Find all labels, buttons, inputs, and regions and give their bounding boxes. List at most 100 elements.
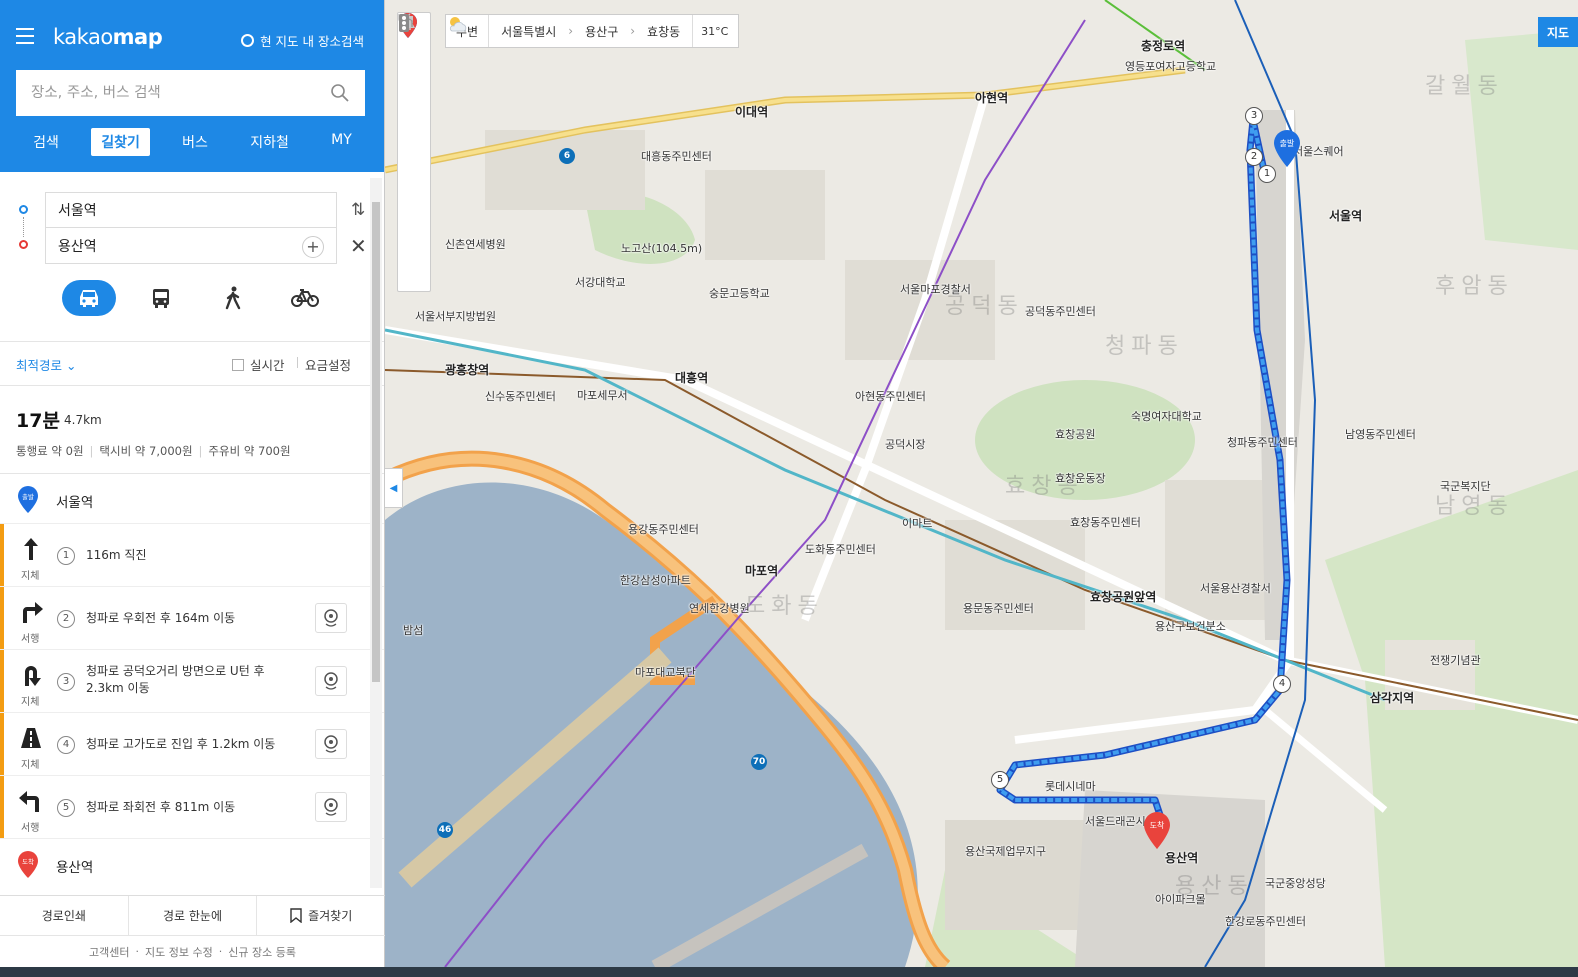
print-route-button[interactable]: 경로인쇄	[0, 896, 129, 935]
step-4[interactable]: 지체 4 청파로 고가도로 진입 후 1.2km 이동	[0, 713, 384, 776]
add-waypoint-button[interactable]: +	[302, 236, 324, 258]
place-label[interactable]: 영등포여자고등학교	[1125, 60, 1216, 73]
origin-field[interactable]: 서울역	[45, 192, 337, 228]
search-icon[interactable]	[330, 83, 350, 103]
step-view-button[interactable]	[315, 603, 347, 633]
toolbar-roadview-button[interactable]	[398, 16, 430, 149]
step-1[interactable]: 지체 1 116m 직진	[0, 524, 384, 587]
panel-scrollbar[interactable]	[370, 178, 382, 888]
place-label[interactable]: 공덕동주민센터	[1025, 305, 1096, 318]
swap-icon[interactable]: ⇅	[351, 200, 369, 220]
place-label[interactable]: 서강대학교	[575, 276, 626, 289]
place-label[interactable]: 남영동주민센터	[1345, 428, 1416, 441]
start-point[interactable]: 출발 서울역	[0, 474, 384, 524]
place-label[interactable]: 용문동주민센터	[963, 602, 1034, 615]
place-label[interactable]: 용산구보건분소	[1155, 620, 1226, 633]
breadcrumb-city[interactable]: 서울특별시	[489, 23, 568, 40]
tab-directions[interactable]: 길찾기	[91, 128, 150, 156]
map-type-button[interactable]: 지도	[1538, 17, 1578, 47]
place-label[interactable]: 국군중앙성당	[1265, 877, 1326, 890]
toolbar-gas-button[interactable]	[398, 15, 430, 217]
best-route-dropdown[interactable]: 최적경로 ⌄	[16, 355, 76, 374]
step-view-button[interactable]	[315, 729, 347, 759]
step-5[interactable]: 서행 5 청파로 좌회전 후 811m 이동	[0, 776, 384, 839]
station-label[interactable]: 마포역	[745, 565, 778, 578]
mode-transit-button[interactable]	[134, 280, 188, 316]
place-label[interactable]: 용강동주민센터	[628, 523, 699, 536]
toolbar-food-button[interactable]	[398, 13, 430, 251]
clear-icon[interactable]: ✕	[350, 234, 367, 258]
mode-car-button[interactable]	[62, 280, 116, 316]
place-label[interactable]: 전쟁기념관	[1430, 654, 1481, 667]
place-label[interactable]: 마포대교북단	[635, 666, 696, 679]
station-label[interactable]: 광흥창역	[445, 364, 489, 377]
fare-setting-link[interactable]: 요금설정	[296, 355, 351, 374]
place-label[interactable]: 서울마포경찰서	[900, 283, 971, 296]
breadcrumb-district[interactable]: 용산구	[573, 23, 630, 40]
place-label[interactable]: 효창동주민센터	[1070, 516, 1141, 529]
toolbar-waypoint-button[interactable]: 경	[398, 13, 430, 81]
tab-subway[interactable]: 지하철	[240, 128, 299, 156]
place-label[interactable]: 한강삼성아파트	[620, 574, 691, 587]
kakaomap-logo[interactable]: kakaomap	[53, 25, 163, 49]
waypoint-2[interactable]: 2	[1245, 148, 1263, 166]
place-label[interactable]: 아현동주민센터	[855, 390, 926, 403]
menu-icon[interactable]	[16, 28, 34, 44]
place-label[interactable]: 아이파크몰	[1155, 893, 1206, 906]
place-label[interactable]: 국군복지단	[1440, 480, 1491, 493]
place-label[interactable]: 서울서부지방법원	[415, 310, 496, 323]
place-label[interactable]: 이마트	[902, 517, 932, 530]
station-label[interactable]: 삼각지역	[1370, 692, 1414, 705]
breadcrumb-dong[interactable]: 효창동	[635, 23, 692, 40]
place-label[interactable]: 공덕시장	[885, 438, 925, 451]
place-label[interactable]: 효창운동장	[1055, 472, 1106, 485]
tab-search[interactable]: 검색	[23, 128, 69, 156]
place-label[interactable]: 대흥동주민센터	[641, 150, 712, 163]
station-label[interactable]: 서울역	[1329, 210, 1362, 223]
place-label[interactable]: 숙명여자대학교	[1131, 410, 1202, 423]
station-label[interactable]: 이대역	[735, 106, 768, 119]
place-label[interactable]: 노고산(104.5m)	[621, 242, 702, 255]
weather-widget[interactable]: 31°C	[449, 15, 738, 47]
place-label[interactable]: 연세한강병원	[689, 602, 750, 615]
waypoint-3[interactable]: 3	[1245, 107, 1263, 125]
route-overview-button[interactable]: 경로 한눈에	[129, 896, 258, 935]
mode-bike-button[interactable]	[278, 280, 332, 316]
place-label[interactable]: 청파동주민센터	[1227, 436, 1298, 449]
waypoint-5[interactable]: 5	[991, 771, 1009, 789]
place-label[interactable]: 신수동주민센터	[485, 390, 556, 403]
place-label[interactable]: 마포세무서	[577, 389, 628, 402]
toolbar-caution-button[interactable]	[398, 14, 430, 183]
place-label[interactable]: 롯데시네마	[1045, 780, 1096, 793]
tab-bus[interactable]: 버스	[172, 128, 218, 156]
station-label[interactable]: 아현역	[975, 92, 1008, 105]
place-label[interactable]: 도화동주민센터	[805, 543, 876, 556]
station-label[interactable]: 용산역	[1165, 852, 1198, 865]
scrollbar-thumb[interactable]	[372, 202, 380, 682]
tab-my[interactable]: MY	[321, 128, 362, 156]
place-label[interactable]: 밤섬	[403, 624, 423, 637]
collapse-panel-button[interactable]: ◀	[385, 468, 403, 508]
place-label[interactable]: 서울용산경찰서	[1200, 582, 1271, 595]
destination-field[interactable]: 용산역 +	[45, 228, 337, 264]
step-3[interactable]: 지체 3 청파로 공덕오거리 방면으로 U턴 후 2.3km 이동	[0, 650, 384, 713]
step-2[interactable]: 서행 2 청파로 우회전 후 164m 이동	[0, 587, 384, 650]
mode-walk-button[interactable]	[206, 280, 260, 316]
place-label[interactable]: 효창공원	[1055, 428, 1095, 441]
station-label[interactable]: 효창공원앞역	[1090, 591, 1156, 604]
step-view-button[interactable]	[315, 666, 347, 696]
favorite-button[interactable]: 즐겨찾기	[257, 896, 385, 935]
station-label[interactable]: 대흥역	[675, 372, 708, 385]
toolbar-traffic-button[interactable]	[398, 14, 430, 285]
place-label[interactable]: 숭문고등학교	[709, 287, 770, 300]
current-area-search-toggle[interactable]: 현 지도 내 장소검색	[241, 31, 364, 50]
start-marker-icon[interactable]: 출발	[1273, 130, 1301, 168]
end-point[interactable]: 도착 용산역	[0, 839, 384, 884]
station-label[interactable]: 충정로역	[1141, 40, 1185, 53]
search-input[interactable]	[31, 85, 330, 101]
place-label[interactable]: 신촌연세병원	[445, 238, 506, 251]
toolbar-end-button[interactable]: 도	[398, 13, 430, 115]
map-canvas[interactable]: 청파동 남영동 공덕동 도화동 효창동 후암동 갈월동 용산동 서울역 용산역 …	[385, 0, 1578, 967]
customer-center-link[interactable]: 고객센터	[89, 944, 129, 960]
step-view-button[interactable]	[315, 792, 347, 822]
